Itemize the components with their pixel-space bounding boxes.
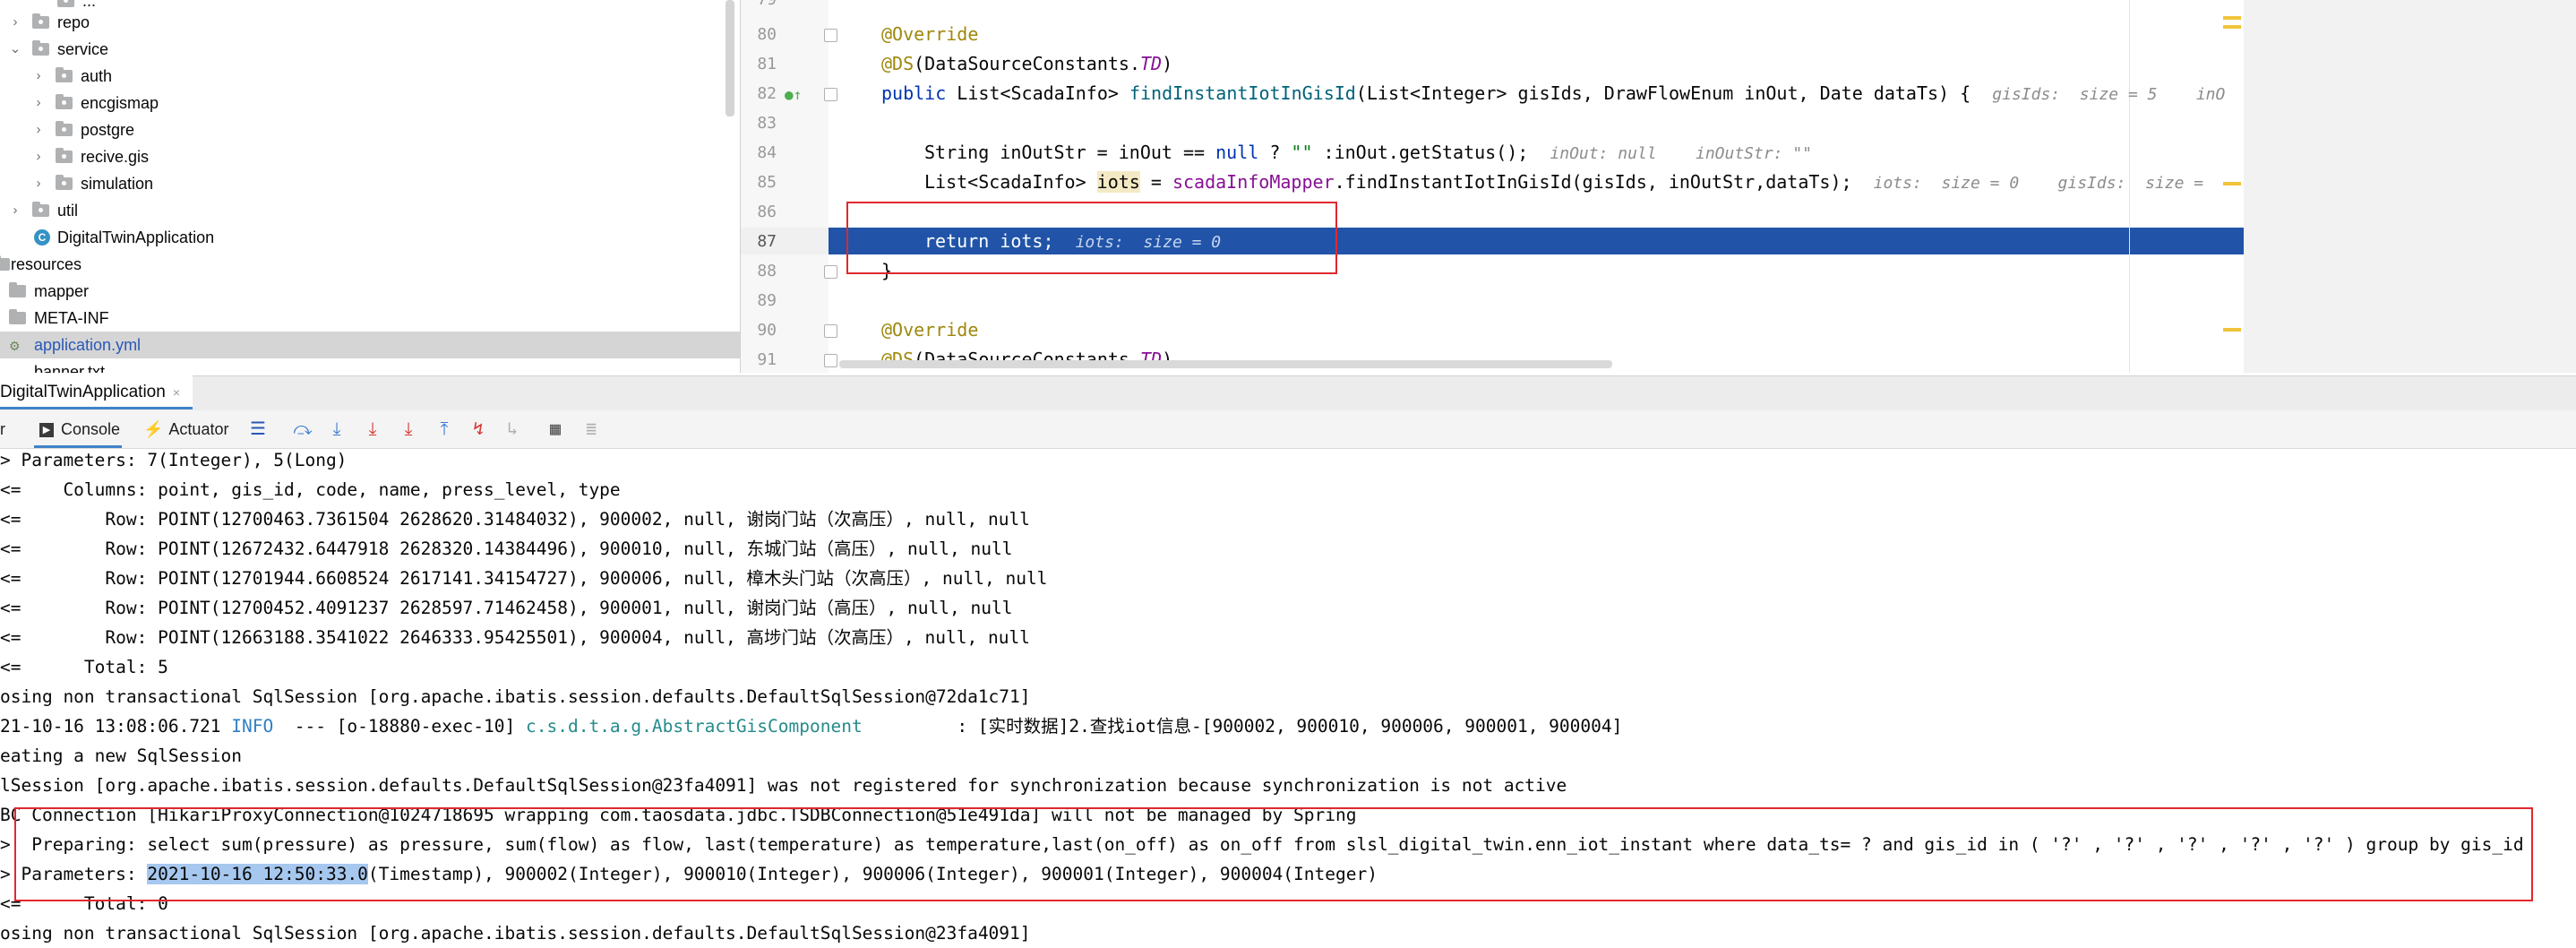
editor-horizontal-scrollbar[interactable] bbox=[839, 360, 1612, 368]
line-number: 91 bbox=[757, 350, 777, 369]
console-line: <= Row: POINT(12663188.3541022 2646333.9… bbox=[0, 627, 1030, 648]
fold-icon[interactable] bbox=[824, 324, 837, 338]
package-icon bbox=[32, 13, 49, 29]
console-line: <= Row: POINT(12700463.7361504 2628620.3… bbox=[0, 509, 1030, 530]
folder-icon bbox=[9, 282, 26, 297]
line-number: 80 bbox=[757, 25, 777, 44]
chevron-down-icon[interactable]: ⌄ bbox=[9, 36, 21, 63]
fold-icon[interactable] bbox=[824, 265, 837, 279]
line-number: 89 bbox=[757, 291, 777, 310]
chevron-right-icon[interactable]: › bbox=[9, 9, 21, 36]
line-number: 79 bbox=[741, 0, 777, 14]
tab-console[interactable]: ▶ Console bbox=[34, 410, 122, 448]
console-line: osing non transactional SqlSession [org.… bbox=[0, 686, 1031, 707]
console-line: eating a new SqlSession bbox=[0, 745, 243, 766]
console-line-log: 21-10-16 13:08:06.721 INFO --- [o-18880-… bbox=[0, 716, 1623, 737]
line-number: 84 bbox=[757, 143, 777, 162]
warning-stripe[interactable] bbox=[2223, 16, 2241, 20]
package-icon bbox=[56, 148, 73, 163]
line-number: 88 bbox=[757, 262, 777, 280]
console-icon: ▶ bbox=[39, 423, 54, 438]
line-number: 87 bbox=[757, 232, 777, 251]
run-to-cursor-icon[interactable]: ↳ bbox=[502, 418, 523, 439]
spring-class-icon: C bbox=[34, 229, 50, 246]
tree-item-application-yml[interactable]: ⚙ application.yml bbox=[0, 332, 740, 358]
tab-debugger[interactable]: r bbox=[0, 410, 5, 448]
console-line: <= Row: POINT(12701944.6608524 2617141.3… bbox=[0, 568, 1048, 589]
chevron-right-icon[interactable]: › bbox=[9, 197, 21, 224]
inline-debug-hint: inOut: null inOutStr: "" bbox=[1550, 144, 1813, 163]
fold-icon[interactable] bbox=[824, 354, 837, 367]
menu-lines-icon[interactable]: ☰ bbox=[247, 418, 269, 439]
annotation-highlight-box bbox=[846, 202, 1337, 274]
code-line-84: String inOutStr = inOut == null ? "" :in… bbox=[924, 142, 1813, 163]
line-number: 81 bbox=[757, 55, 777, 73]
console-line: <= Row: POINT(12672432.6447918 2628320.1… bbox=[0, 539, 1013, 559]
package-icon bbox=[56, 67, 73, 82]
project-tree: ... › repo ⌄ service › auth › encgismap … bbox=[0, 0, 740, 373]
inline-debug-hint: iots: size = 0 gisIds: size = bbox=[1873, 174, 2204, 193]
drop-frame-icon[interactable]: ↯ bbox=[468, 418, 489, 439]
editor-empty-area bbox=[2244, 0, 2576, 373]
trace-icon[interactable]: ≣ bbox=[580, 418, 602, 439]
package-icon bbox=[56, 94, 73, 109]
fold-icon[interactable] bbox=[824, 29, 837, 42]
line-number: 86 bbox=[757, 203, 777, 221]
yaml-file-icon: ⚙ bbox=[9, 339, 21, 353]
tree-scrollbar[interactable] bbox=[726, 0, 734, 116]
chevron-right-icon[interactable]: › bbox=[32, 90, 45, 116]
line-number: 85 bbox=[757, 173, 777, 192]
folder-icon bbox=[9, 309, 26, 324]
console-line: lSession [org.apache.ibatis.session.defa… bbox=[0, 775, 1567, 796]
evaluate-expression-icon[interactable]: ▦ bbox=[545, 418, 566, 439]
code-line-82: public List<ScadaInfo> findInstantIotInG… bbox=[881, 82, 2226, 104]
package-icon bbox=[56, 121, 73, 136]
code-line-85: List<ScadaInfo> iots = scadaInfoMapper.f… bbox=[924, 171, 2204, 193]
resources-folder-icon bbox=[0, 255, 10, 271]
show-execution-point-icon[interactable]: ⤼ bbox=[292, 418, 313, 439]
package-icon bbox=[32, 202, 49, 217]
run-tab-label: DigitalTwinApplication bbox=[0, 383, 166, 401]
run-tab-bar bbox=[0, 375, 2576, 411]
force-step-into-icon[interactable]: ⤓ bbox=[398, 418, 419, 439]
package-icon bbox=[32, 40, 49, 56]
annotation-highlight-box bbox=[14, 807, 2533, 901]
chevron-right-icon[interactable]: › bbox=[32, 63, 45, 90]
code-line-81: @DS(DataSourceConstants.TD) bbox=[881, 53, 1173, 74]
console-line: osing non transactional SqlSession [org.… bbox=[0, 923, 1031, 944]
chevron-right-icon[interactable]: › bbox=[32, 170, 45, 197]
line-number: 83 bbox=[757, 114, 777, 133]
package-icon bbox=[57, 0, 74, 7]
code-line-90: @Override bbox=[881, 319, 979, 340]
implements-gutter-icon[interactable]: ●↑ bbox=[785, 86, 802, 103]
close-icon[interactable]: × bbox=[173, 385, 180, 400]
step-into-icon[interactable]: ⤓ bbox=[362, 418, 383, 439]
console-line: <= Row: POINT(12700452.4091237 2628597.7… bbox=[0, 598, 1013, 618]
chevron-right-icon[interactable]: › bbox=[32, 116, 45, 143]
warning-stripe[interactable] bbox=[2223, 25, 2241, 29]
console-line: <= Total: 5 bbox=[0, 657, 168, 677]
actuator-icon: ⚡ bbox=[143, 420, 164, 438]
inline-debug-hint: gisIds: size = 5 inO bbox=[1992, 85, 2226, 104]
step-out-icon[interactable]: ⤒ bbox=[434, 418, 455, 439]
tab-actuator[interactable]: ⚡ Actuator bbox=[143, 410, 228, 448]
console-line: <= Columns: point, gis_id, code, name, p… bbox=[0, 479, 621, 500]
warning-stripe[interactable] bbox=[2223, 328, 2241, 332]
run-tab[interactable]: DigitalTwinApplication × bbox=[0, 375, 193, 409]
fold-icon[interactable] bbox=[824, 88, 837, 101]
line-number: 82 bbox=[757, 84, 777, 103]
debug-toolbar bbox=[0, 410, 2576, 449]
chevron-right-icon[interactable]: › bbox=[32, 143, 45, 170]
package-icon bbox=[56, 175, 73, 190]
step-over-icon[interactable]: ⤓ bbox=[326, 418, 348, 439]
line-number: 90 bbox=[757, 321, 777, 340]
warning-stripe[interactable] bbox=[2223, 182, 2241, 185]
code-line-80: @Override bbox=[881, 23, 979, 45]
console-line: > Parameters: 7(Integer), 5(Long) bbox=[0, 450, 348, 470]
